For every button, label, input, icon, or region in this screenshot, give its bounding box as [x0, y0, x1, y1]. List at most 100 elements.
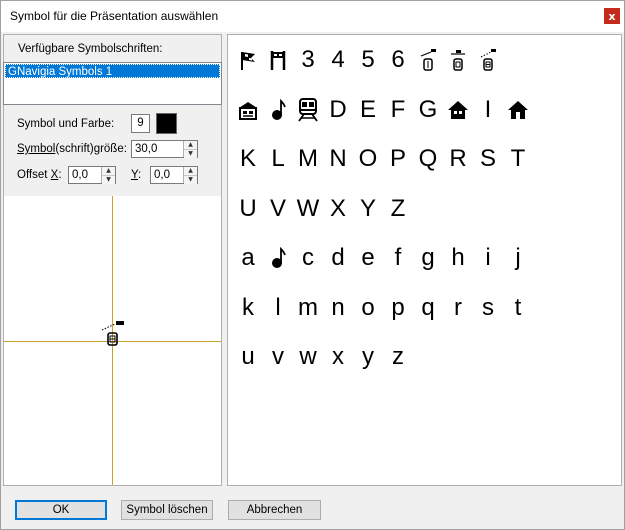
symbol-cell[interactable]: j [503, 233, 533, 283]
symbol-cell[interactable]: Q [413, 134, 443, 184]
symbol-cell[interactable]: u [233, 332, 263, 382]
symbol-cell[interactable]: x [323, 332, 353, 382]
symbol-cell[interactable]: V [263, 184, 293, 234]
symbol-cell-house-icon[interactable] [443, 85, 473, 135]
title-bar: Symbol für die Präsentation auswählen x [1, 1, 624, 32]
symbol-cell[interactable]: X [323, 184, 353, 234]
symbol-cell[interactable]: O [353, 134, 383, 184]
symbol-cell[interactable]: c [293, 233, 323, 283]
symbol-cell-flag-icon[interactable] [233, 35, 263, 85]
symbol-cell[interactable]: l [263, 283, 293, 333]
offset-y-input[interactable]: 0,0 [151, 167, 183, 183]
delete-symbol-button[interactable]: Symbol löschen [121, 500, 213, 520]
size-input[interactable]: 30,0 [132, 141, 183, 157]
symbol-cell[interactable]: K [233, 134, 263, 184]
symbol-cell[interactable]: 6 [383, 35, 413, 85]
size-spin-up-icon[interactable]: ▲ [184, 141, 197, 150]
beacon-2-icon [451, 50, 465, 71]
symbol-cell[interactable]: D [323, 85, 353, 135]
symbol-cell[interactable]: I [473, 85, 503, 135]
symbol-cell[interactable]: m [293, 283, 323, 333]
symbol-cell[interactable]: o [353, 283, 383, 333]
symbol-cell[interactable]: y [353, 332, 383, 382]
font-list-item[interactable]: GNavigia Symbols 1 [5, 64, 220, 78]
offset-y-spinner[interactable]: 0,0 ▲ ▼ [150, 166, 198, 184]
symbol-cell-beacon-3-icon[interactable] [473, 35, 503, 85]
symbol-cell[interactable]: n [323, 283, 353, 333]
offset-x-spin-up-icon[interactable]: ▲ [102, 167, 115, 176]
offset-x-spin-buttons: ▲ ▼ [101, 167, 115, 184]
symbol-cell-building-icon[interactable] [233, 85, 263, 135]
size-spin-buttons: ▲ ▼ [183, 141, 197, 158]
offset-y-spin-up-icon[interactable]: ▲ [184, 167, 197, 176]
symbol-cell[interactable]: v [263, 332, 293, 382]
symbol-grid: 3456DEFGI KLMNOPQRST UVWXYZacdefghij klmnop… [228, 35, 621, 485]
symbol-cell[interactable]: q [413, 283, 443, 333]
settings-panel: Symbol und Farbe: 9 Symbol(schrift)größe… [4, 105, 221, 196]
size-spinner[interactable]: 30,0 ▲ ▼ [131, 140, 198, 158]
symbol-cell-home-icon[interactable] [503, 85, 533, 135]
symbol-cell[interactable]: w [293, 332, 323, 382]
symbol-cell[interactable]: S [473, 134, 503, 184]
symbol-cell[interactable]: L [263, 134, 293, 184]
symbol-cell[interactable]: R [443, 134, 473, 184]
beacon-3-icon [480, 49, 496, 71]
symbol-cell[interactable]: U [233, 184, 263, 234]
symbol-cell[interactable]: a [233, 233, 263, 283]
close-button[interactable]: x [604, 8, 620, 24]
offset-x-label: Offset X: [17, 169, 62, 181]
symbol-cell-gate-icon[interactable] [263, 35, 293, 85]
note-icon [272, 246, 286, 268]
symbol-cell[interactable]: e [353, 233, 383, 283]
symbol-cell[interactable]: 4 [323, 35, 353, 85]
symbol-cell[interactable]: F [383, 85, 413, 135]
fonts-section: Verfügbare Symbolschriften: GNavigia Sym… [3, 35, 222, 105]
symbol-cell[interactable]: P [383, 134, 413, 184]
symbol-cell[interactable]: z [383, 332, 413, 382]
symbol-cell[interactable]: T [503, 134, 533, 184]
offset-x-label-text: Offset [17, 169, 51, 181]
symbol-cell[interactable]: E [353, 85, 383, 135]
preview-beacon-icon [101, 321, 124, 346]
window-title: Symbol für die Präsentation auswählen [10, 9, 219, 23]
beacon-1-icon [420, 49, 436, 71]
symbol-cell-train-icon[interactable] [293, 85, 323, 135]
size-label-text: (schrift)größe: [55, 143, 127, 155]
symbol-cell-beacon-1-icon[interactable] [413, 35, 443, 85]
symbol-cell[interactable]: s [473, 283, 503, 333]
symbol-cell[interactable]: W [293, 184, 323, 234]
size-label: Symbol(schrift)größe: [17, 143, 127, 155]
symbol-cell[interactable]: N [323, 134, 353, 184]
symbol-cell[interactable]: p [383, 283, 413, 333]
cancel-button[interactable]: Abbrechen [228, 500, 321, 520]
size-spin-down-icon[interactable]: ▼ [184, 150, 197, 158]
offset-x-spinner[interactable]: 0,0 ▲ ▼ [68, 166, 116, 184]
offset-x-spin-down-icon[interactable]: ▼ [102, 176, 115, 184]
symbol-cell[interactable]: h [443, 233, 473, 283]
symbol-cell[interactable]: G [413, 85, 443, 135]
symbol-cell[interactable]: 3 [293, 35, 323, 85]
font-list[interactable]: GNavigia Symbols 1 [3, 62, 222, 105]
symbol-cell[interactable]: Y [353, 184, 383, 234]
symbol-cell[interactable]: 5 [353, 35, 383, 85]
symbol-cell[interactable]: f [383, 233, 413, 283]
symbol-preview [4, 196, 221, 485]
home-icon [508, 100, 528, 119]
symbol-cell[interactable]: d [323, 233, 353, 283]
symbol-cell-beacon-2-icon[interactable] [443, 35, 473, 85]
symbol-cell[interactable]: k [233, 283, 263, 333]
symbol-cell[interactable]: M [293, 134, 323, 184]
offset-y-spin-down-icon[interactable]: ▼ [184, 176, 197, 184]
ok-button[interactable]: OK [15, 500, 107, 520]
symbol-number-field[interactable]: 9 [131, 114, 150, 133]
symbol-cell-note-icon[interactable] [263, 233, 293, 283]
symbol-cell[interactable]: i [473, 233, 503, 283]
symbol-cell[interactable]: Z [383, 184, 413, 234]
offset-y-spin-buttons: ▲ ▼ [183, 167, 197, 184]
symbol-cell[interactable]: g [413, 233, 443, 283]
symbol-cell[interactable]: r [443, 283, 473, 333]
symbol-cell-note-icon[interactable] [263, 85, 293, 135]
symbol-cell[interactable]: t [503, 283, 533, 333]
offset-x-input[interactable]: 0,0 [69, 167, 101, 183]
symbol-color-swatch[interactable] [156, 113, 177, 134]
